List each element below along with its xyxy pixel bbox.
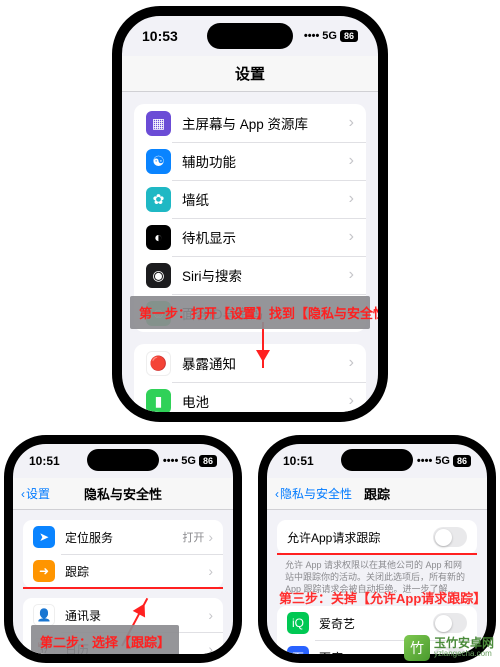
row-privacy[interactable]: ✋隐私与安全性›: [134, 420, 366, 422]
row-allow-tracking[interactable]: 允许App请求跟踪: [277, 520, 477, 554]
tracking-icon: ➜: [33, 560, 55, 582]
tracking-toggle-list: 允许App请求跟踪: [277, 520, 477, 554]
chevron-left-icon: ‹: [275, 487, 279, 501]
notch: [207, 23, 293, 49]
signal-icon: ••••: [304, 30, 319, 42]
network-label: 5G: [181, 455, 196, 467]
step-1-callout: 第一步：打开【设置】找到【隐私与安全性】: [130, 296, 370, 329]
page-title: 隐私与安全性: [84, 484, 162, 503]
row-tracking[interactable]: ➜ 跟踪›: [23, 554, 223, 588]
row-label: 电池: [182, 391, 349, 411]
baidu-icon: 百: [287, 646, 309, 663]
chevron-right-icon: ›: [349, 354, 354, 372]
row-wallpaper[interactable]: ✿ 墙纸›: [134, 180, 366, 218]
status-right: •••• 5G 86: [304, 30, 358, 42]
row-siri[interactable]: ◉ Siri与搜索›: [134, 256, 366, 294]
row-label: 主屏幕与 App 资源库: [182, 113, 349, 133]
iqiyi-icon: iQ: [287, 612, 309, 634]
row-exposure[interactable]: 🔴暴露通知›: [134, 344, 366, 382]
row-label: 辅助功能: [182, 151, 349, 171]
status-time: 10:51: [283, 454, 314, 468]
chevron-right-icon: ›: [349, 114, 354, 132]
watermark: 竹 玉竹安卓网 yzlangecha.com: [404, 635, 494, 661]
toggle-off[interactable]: [433, 527, 467, 547]
siri-icon: ◉: [146, 263, 171, 288]
battery-icon: 86: [199, 455, 217, 467]
privacy-list-1: ➤定位服务打开› ➜跟踪›: [23, 520, 223, 588]
row-label: 允许App请求跟踪: [287, 529, 433, 546]
accessibility-icon: ☯: [146, 149, 171, 174]
battery-row-icon: ▮: [146, 389, 171, 414]
row-label: Siri与搜索: [182, 265, 349, 285]
contacts-icon: 👤: [33, 604, 55, 626]
watermark-url: yzlangecha.com: [434, 650, 494, 659]
settings-list-2: 🔴暴露通知› ▮电池› ✋隐私与安全性›: [134, 344, 366, 422]
row-location[interactable]: ➤ 定位服务打开›: [23, 520, 223, 554]
location-icon: ➤: [33, 526, 55, 548]
phone-mock-3: 10:51 ••••5G86 ‹隐私与安全性 跟踪 允许App请求跟踪 允许 A…: [258, 435, 496, 663]
watermark-logo-icon: 竹: [404, 635, 430, 661]
phone-mock-1: 10:53 •••• 5G 86 设置 ▦主屏幕与 App 资源库› ☯辅助功能…: [112, 6, 388, 422]
battery-icon: 86: [453, 455, 471, 467]
step-3-callout: 第三步：关掉【允许App请求跟踪】: [279, 588, 486, 607]
chevron-right-icon: ›: [208, 563, 213, 579]
battery-icon: 86: [340, 30, 358, 42]
row-value: 打开: [182, 529, 204, 545]
notch: [87, 449, 159, 471]
row-label: 定位服务: [65, 529, 182, 546]
back-button[interactable]: ‹隐私与安全性: [275, 485, 352, 502]
row-home-screen[interactable]: ▦ 主屏幕与 App 资源库›: [134, 104, 366, 142]
signal-icon: ••••: [163, 455, 178, 467]
row-battery[interactable]: ▮ 电池›: [134, 382, 366, 420]
signal-icon: ••••: [417, 455, 432, 467]
chevron-right-icon: ›: [208, 641, 213, 657]
chevron-left-icon: ‹: [21, 487, 25, 501]
back-label: 设置: [26, 485, 50, 502]
status-time: 10:51: [29, 454, 60, 468]
network-label: 5G: [322, 30, 337, 42]
watermark-text: 玉竹安卓网 yzlangecha.com: [434, 637, 494, 659]
row-accessibility[interactable]: ☯ 辅助功能›: [134, 142, 366, 180]
red-underline: [23, 587, 223, 589]
status-right: ••••5G86: [417, 455, 471, 467]
back-label: 隐私与安全性: [280, 485, 352, 502]
row-standby[interactable]: ◐ 待机显示›: [134, 218, 366, 256]
network-label: 5G: [435, 455, 450, 467]
row-label: 墙纸: [182, 189, 349, 209]
row-label: 待机显示: [182, 227, 349, 247]
row-label: 爱奇艺: [319, 615, 433, 632]
home-icon: ▦: [146, 111, 171, 136]
exposure-icon: 🔴: [146, 351, 171, 376]
page-title: 跟踪: [364, 484, 390, 503]
step-2-callout: 第二步：选择【跟踪】: [31, 625, 179, 658]
page-title: 设置: [235, 63, 265, 84]
chevron-right-icon: ›: [349, 228, 354, 246]
chevron-right-icon: ›: [349, 152, 354, 170]
standby-icon: ◐: [146, 225, 171, 250]
chevron-right-icon: ›: [349, 190, 354, 208]
chevron-right-icon: ›: [208, 529, 213, 545]
notch: [341, 449, 413, 471]
status-time: 10:53: [142, 28, 178, 44]
chevron-right-icon: ›: [349, 392, 354, 410]
status-right: ••••5G86: [163, 455, 217, 467]
chevron-right-icon: ›: [208, 607, 213, 623]
toggle-off[interactable]: [433, 613, 467, 633]
nav-bar: 设置: [122, 56, 378, 92]
phone-mock-2: 10:51 ••••5G86 ‹设置 隐私与安全性 ➤定位服务打开› ➜跟踪› …: [4, 435, 242, 663]
red-underline: [277, 553, 477, 555]
nav-bar: ‹设置 隐私与安全性: [13, 478, 233, 510]
row-label: 跟踪: [65, 563, 208, 580]
nav-bar: ‹隐私与安全性 跟踪: [267, 478, 487, 510]
chevron-right-icon: ›: [349, 266, 354, 284]
back-button[interactable]: ‹设置: [21, 485, 50, 502]
wallpaper-icon: ✿: [146, 187, 171, 212]
